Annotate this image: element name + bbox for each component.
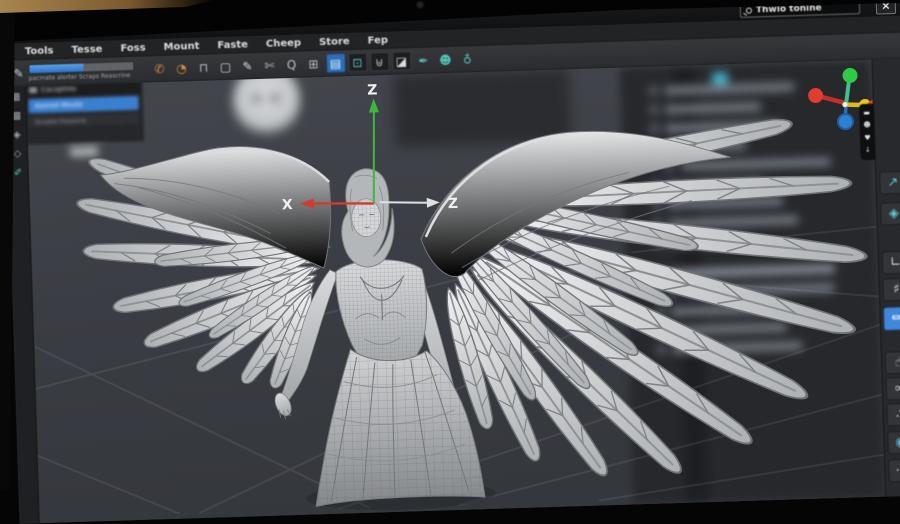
dots-tool-button[interactable]: ∴ — [886, 402, 900, 427]
hand-tool-button[interactable]: ☝ — [884, 350, 900, 375]
globe-icon[interactable]: ♁ — [458, 49, 478, 69]
grab-tool-icon[interactable]: ✆ — [150, 59, 170, 79]
menu-item[interactable]: Tesse — [63, 43, 110, 55]
rotate-tool-icon[interactable]: ◔ — [172, 58, 192, 78]
menu-item[interactable]: Cheep — [258, 37, 310, 50]
zoom-tool-icon[interactable]: Q — [282, 55, 302, 75]
hash-tool-button[interactable]: ♯ — [882, 277, 900, 302]
scene-mini-panel: Cacoptres Asored Moute Scoate Fesoone — [25, 78, 144, 145]
pen-icon[interactable]: ✐ — [14, 167, 23, 178]
monitor-icon[interactable]: ⊡ — [347, 52, 368, 73]
heart-icon[interactable]: ♥ — [864, 134, 871, 142]
user-icon[interactable]: ☻ — [436, 50, 456, 70]
edit-pen-icon[interactable]: ✎ — [13, 66, 23, 80]
corner-tool-button[interactable]: ∟ — [881, 250, 900, 275]
frame-tool-icon[interactable]: ▢ — [216, 57, 236, 77]
axis-up-label: Z — [367, 82, 378, 98]
mini-panel-selected-row[interactable]: Asored Moute — [28, 95, 139, 114]
diamond-icon[interactable]: ◇ — [14, 149, 22, 160]
webcam-dot — [416, 1, 425, 9]
brush-icon[interactable]: ✒ — [414, 51, 434, 71]
pen-tool-icon[interactable]: ✎ — [238, 56, 258, 76]
gem-tool-button[interactable]: ◈ — [880, 201, 900, 226]
progress-fill — [29, 63, 84, 73]
search-input[interactable]: Thwio tonine — [739, 0, 861, 18]
trash-icon[interactable]: ⊎ — [369, 51, 390, 72]
mini-panel-title: Cacoptres — [40, 84, 77, 94]
brush-tool-button[interactable]: ✏ — [883, 306, 900, 331]
menu-item[interactable]: Foss — [112, 42, 154, 54]
dock-mini-pill: ▬ ☻ ♥ ↓ — [858, 103, 876, 161]
redirect-tool-button[interactable]: ↗ — [879, 170, 900, 195]
mini-panel-row[interactable]: Scoate Fesoone — [28, 112, 140, 128]
menu-item[interactable]: Store — [311, 35, 358, 48]
menu-item[interactable]: Mount — [155, 40, 207, 53]
right-wing — [420, 111, 870, 483]
image-icon[interactable]: ◪ — [391, 51, 412, 71]
user-icon[interactable]: ☻ — [863, 121, 871, 129]
viewport-3d[interactable]: Z X Z Cacoptres Asored Moute Scoate Feso… — [25, 59, 886, 524]
menu-item[interactable]: Faste — [209, 39, 256, 51]
gem-icon[interactable]: ◈ — [13, 130, 21, 141]
cut-tool-icon[interactable]: ✄ — [260, 55, 280, 75]
axis-right-label: Z — [448, 196, 459, 212]
menu-item[interactable]: Fep — [359, 34, 396, 46]
menu-item[interactable]: Tools — [17, 45, 62, 57]
comment-icon[interactable]: ▬ — [863, 109, 870, 117]
folder-icon — [28, 86, 38, 94]
search-icon — [745, 7, 753, 14]
more-tool-button[interactable]: ⋯ — [888, 458, 900, 483]
search-text: Thwio tonine — [755, 3, 822, 16]
viewport-canvas: Z X Z — [25, 67, 885, 515]
duplicate-icon[interactable]: ⊞ — [304, 54, 324, 74]
link-tool-button[interactable]: ∞ — [885, 376, 900, 401]
folder-icon[interactable]: ▤ — [325, 53, 346, 73]
axis-left-label: X — [282, 197, 293, 213]
background-wall — [0, 0, 215, 13]
sphere-tool-button[interactable]: ◉ — [887, 430, 900, 455]
monitor-screen: Thwio tonine × Tools Tesse Foss Mount Fa… — [4, 0, 900, 524]
close-button[interactable]: × — [875, 0, 897, 15]
download-icon[interactable]: ↓ — [865, 146, 871, 154]
toolbar-slider-group: pacmate alorter Scraps Reascrine — [28, 60, 135, 82]
lock-tool-icon[interactable]: ⊓ — [194, 57, 214, 77]
